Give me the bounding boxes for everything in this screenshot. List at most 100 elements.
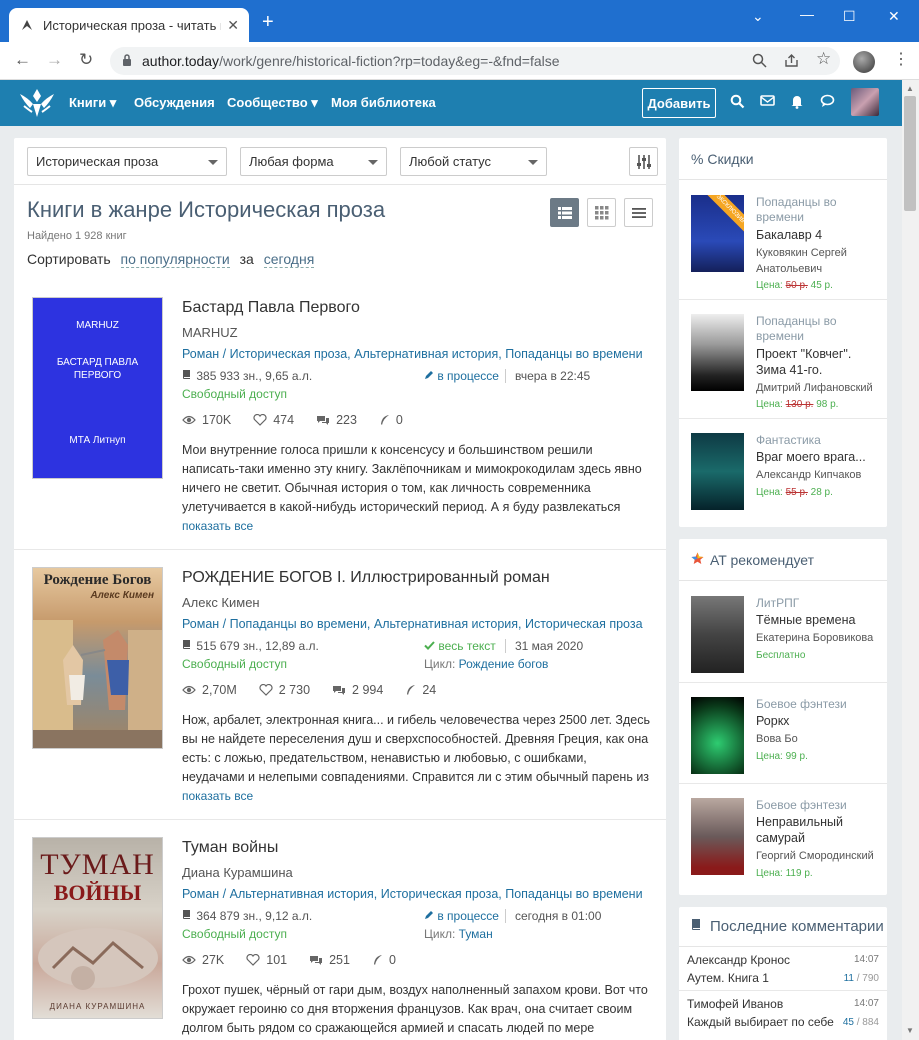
exclusive-badge: ЭКСКЛЮЗИВ — [704, 195, 744, 235]
show-more-link[interactable]: показать все — [182, 789, 253, 803]
cycle-link[interactable]: Туман — [459, 927, 493, 941]
recommend-item[interactable]: Боевое фэнтези Неправильный самурай Геор… — [679, 784, 887, 895]
recommend-item[interactable]: Боевое фэнтези Роркх Вова Бо Цена: 99 р. — [679, 683, 887, 784]
scroll-up-icon[interactable]: ▲ — [906, 84, 914, 93]
book-genres[interactable]: Роман / Попаданцы во времени, Альтернати… — [182, 617, 643, 631]
form-select[interactable]: Любая форма — [240, 147, 387, 176]
book-cover[interactable] — [691, 596, 744, 673]
book-genres[interactable]: Роман / Историческая проза, Альтернативн… — [182, 347, 643, 361]
page-scrollbar[interactable] — [902, 80, 919, 1040]
back-arrow-icon[interactable]: ← — [14, 51, 31, 69]
nav-community[interactable]: Сообщество ▾ — [227, 95, 318, 111]
profile-avatar[interactable] — [853, 51, 875, 73]
genre-select[interactable]: Историческая проза — [27, 147, 227, 176]
recommend-title-link[interactable]: Роркх — [756, 713, 881, 729]
nav-books[interactable]: Книги ▾ — [69, 95, 116, 111]
nav-discussions[interactable]: Обсуждения — [134, 95, 215, 110]
recommend-author[interactable]: Екатерина Боровикова — [756, 630, 881, 646]
zoom-icon[interactable] — [752, 53, 767, 72]
forward-arrow-icon[interactable]: → — [46, 51, 63, 69]
nav-my-library[interactable]: Моя библиотека — [331, 95, 436, 110]
sort-period-link[interactable]: сегодня — [263, 251, 315, 268]
likes-stat[interactable]: 2 730 — [259, 683, 310, 697]
share-icon[interactable] — [784, 53, 799, 72]
book-author-link[interactable]: Алекс Кимен — [182, 595, 260, 610]
comment-count: 45 / 884 — [842, 1017, 879, 1028]
compact-view-button[interactable] — [624, 198, 653, 227]
reload-icon[interactable]: ↻ — [79, 51, 93, 69]
likes-stat[interactable]: 101 — [246, 953, 287, 967]
book-cover[interactable]: ЭКСКЛЮЗИВ — [691, 195, 744, 272]
discount-title[interactable]: Бакалавр 4 — [756, 227, 881, 243]
discount-title[interactable]: Проект "Ковчег". Зима 41-го. — [756, 346, 881, 378]
status-select[interactable]: Любой статус — [400, 147, 547, 176]
discount-item[interactable]: Попаданцы во времени Проект "Ковчег". Зи… — [679, 300, 887, 419]
book-title-link[interactable]: Бастард Павла Первого — [182, 299, 360, 317]
url-field[interactable]: author.today/work/genre/historical-ficti… — [110, 47, 840, 75]
comments-stat[interactable]: 223 — [316, 413, 357, 427]
book-cover[interactable]: MARHUZ БАСТАРД ПАВЛА ПЕРВОГО МТА Литнуп — [32, 297, 163, 479]
show-more-link[interactable]: показать все — [182, 519, 253, 533]
add-button[interactable]: Добавить — [642, 88, 716, 118]
book-author-link[interactable]: Диана Курамшина — [182, 865, 293, 880]
book-title-link[interactable]: Туман войны — [182, 839, 278, 857]
recommend-title-link[interactable]: Неправильный самурай — [756, 814, 881, 846]
bell-icon[interactable] — [790, 94, 806, 110]
site-logo[interactable] — [18, 86, 56, 120]
book-cover[interactable] — [691, 697, 744, 774]
comment-time: 14:07 — [853, 954, 879, 965]
book-cover[interactable]: ТУМАН ВОЙНЫ ДИАНА КУРАМШИНА — [32, 837, 163, 1019]
mail-icon[interactable] — [760, 94, 776, 110]
discount-item[interactable]: Фантастика Враг моего врага... Александр… — [679, 419, 887, 538]
search-icon[interactable] — [730, 94, 746, 110]
browser-menu-icon[interactable]: ⋮ — [893, 52, 909, 68]
discount-item[interactable]: ЭКСКЛЮЗИВ Попаданцы во времени Бакалавр … — [679, 181, 887, 300]
user-avatar[interactable] — [851, 88, 879, 116]
comment-user[interactable]: Александр Кронос — [687, 953, 790, 967]
scroll-down-icon[interactable]: ▼ — [906, 1026, 914, 1035]
scrollbar-thumb[interactable] — [904, 96, 916, 211]
comment-user[interactable]: Тимофей Иванов — [687, 997, 783, 1011]
maximize-button[interactable]: ☐ — [843, 8, 856, 25]
chat-bubble-icon[interactable] — [820, 94, 836, 110]
recommend-title-link[interactable]: Тёмные времена — [756, 612, 881, 628]
book-stats: 27K 101 251 0 — [182, 953, 418, 967]
sort-order-link[interactable]: по популярности — [120, 251, 230, 268]
book-cover[interactable] — [691, 798, 744, 875]
heart-icon — [253, 414, 267, 426]
book-author-link[interactable]: MARHUZ — [182, 325, 238, 340]
list-view-button[interactable] — [550, 198, 579, 227]
book-access: Свободный доступ — [182, 657, 287, 671]
recommend-author[interactable]: Вова Бо — [756, 731, 881, 747]
browser-tab[interactable]: Историческая проза - читать книг ✕ — [9, 8, 249, 42]
chevron-down-icon[interactable]: ⌄ — [752, 8, 764, 25]
comment-book[interactable]: Каждый выбирает по себе — [687, 1015, 834, 1029]
likes-stat[interactable]: 474 — [253, 413, 294, 427]
close-window-button[interactable]: ✕ — [888, 8, 900, 25]
quill-icon — [373, 955, 382, 965]
recommend-item[interactable]: ЛитРПГ Тёмные времена Екатерина Боровико… — [679, 582, 887, 683]
comments-stat[interactable]: 2 994 — [332, 683, 383, 697]
discount-author[interactable]: Дмитрий Лифановский — [756, 380, 881, 396]
book-title-link[interactable]: РОЖДЕНИЕ БОГОВ I. Иллюстрированный роман — [182, 569, 550, 587]
discount-author[interactable]: Куковякин Сергей Анатольевич — [756, 245, 881, 277]
book-cover[interactable]: Рождение Богов Алекс Кимен — [32, 567, 163, 749]
discount-author[interactable]: Александр Кипчаков — [756, 467, 881, 483]
tab-close-icon[interactable]: ✕ — [227, 17, 239, 34]
comment-book[interactable]: Аутем. Книга 1 — [687, 971, 769, 985]
grid-view-button[interactable] — [587, 198, 616, 227]
book-icon — [183, 910, 190, 919]
bookmark-star-icon[interactable]: ☆ — [816, 50, 831, 67]
book-cover[interactable] — [691, 433, 744, 510]
new-tab-button[interactable]: + — [262, 12, 274, 32]
book-genres[interactable]: Роман / Альтернативная история, Историче… — [182, 887, 643, 901]
book-cover[interactable] — [691, 314, 744, 391]
comment-item[interactable]: Тимофей Иванов 14:07 Каждый выбирает по … — [679, 991, 887, 1035]
minimize-button[interactable]: — — [800, 6, 814, 22]
recommend-author[interactable]: Георгий Смородинский — [756, 848, 881, 864]
discount-title[interactable]: Враг моего врага... — [756, 449, 881, 465]
comment-item[interactable]: Александр Кронос 14:07 Аутем. Книга 1 11… — [679, 947, 887, 991]
cycle-link[interactable]: Рождение богов — [459, 657, 549, 671]
filter-settings-button[interactable] — [629, 147, 658, 176]
comments-stat[interactable]: 251 — [309, 953, 350, 967]
